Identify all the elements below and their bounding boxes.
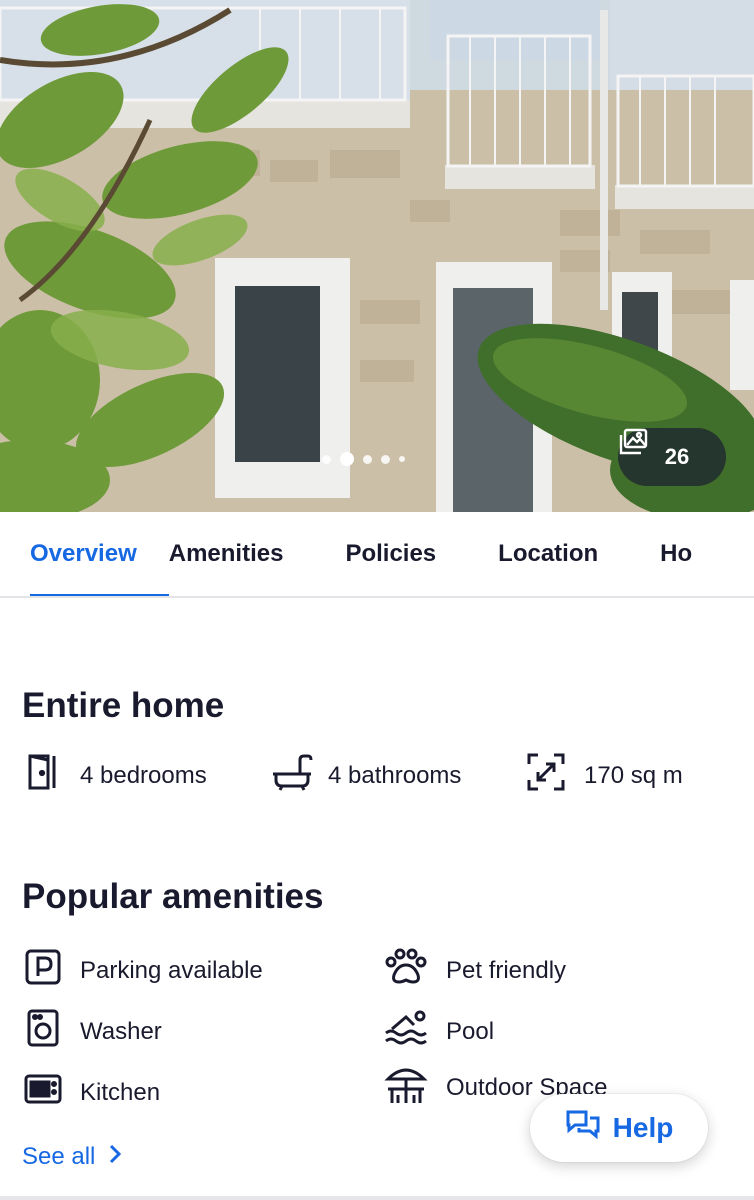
- pool-icon: [384, 1009, 428, 1054]
- spec-area-label: 170 sq m: [584, 761, 683, 789]
- section-tabs: Overview Amenities Policies Location Ho: [0, 512, 754, 598]
- property-type-title: Entire home: [22, 686, 225, 725]
- expand-icon: [526, 752, 566, 799]
- carousel-dots: [322, 452, 405, 466]
- spec-area: 170 sq m: [526, 752, 683, 799]
- see-all-label: See all: [22, 1143, 96, 1170]
- hero-photo[interactable]: 26: [0, 0, 754, 512]
- amenity-pool-label: Pool: [446, 1017, 495, 1045]
- amenity-pets: Pet friendly: [384, 948, 566, 993]
- amenity-kitchen: Kitchen: [24, 1070, 160, 1115]
- carousel-dot-active[interactable]: [340, 452, 354, 466]
- amenity-pets-label: Pet friendly: [446, 956, 567, 984]
- spec-bedrooms: 4 bedrooms: [24, 752, 207, 799]
- tab-overview[interactable]: Overview: [30, 512, 169, 596]
- parking-icon: [24, 948, 62, 993]
- help-button[interactable]: Help: [530, 1094, 708, 1162]
- amenity-parking: Parking available: [24, 948, 263, 993]
- bathtub-icon: [270, 752, 314, 799]
- carousel-dot[interactable]: [399, 456, 405, 462]
- amenity-parking-label: Parking available: [80, 956, 263, 984]
- tab-host[interactable]: Ho: [660, 512, 692, 596]
- tab-amenities-label: Amenities: [168, 540, 284, 567]
- tab-amenities[interactable]: Amenities: [169, 512, 284, 596]
- carousel-dot[interactable]: [363, 454, 372, 464]
- amenity-washer: Washer: [24, 1009, 162, 1054]
- gallery-button[interactable]: 26: [618, 428, 726, 486]
- outdoor-icon: [384, 1068, 428, 1108]
- tab-location[interactable]: Location: [498, 512, 598, 596]
- carousel-dot[interactable]: [381, 454, 390, 464]
- kitchen-icon: [24, 1070, 62, 1115]
- see-all-amenities-link[interactable]: See all: [22, 1143, 122, 1171]
- amenity-kitchen-label: Kitchen: [80, 1078, 161, 1106]
- amenity-pool: Pool: [384, 1009, 494, 1054]
- spec-bathrooms: 4 bathrooms: [270, 752, 461, 799]
- spec-bathrooms-label: 4 bathrooms: [328, 761, 462, 789]
- chevron-right-icon: [109, 1143, 122, 1171]
- bottom-divider: [0, 1196, 754, 1200]
- washer-icon: [24, 1009, 62, 1054]
- carousel-dot[interactable]: [322, 454, 331, 464]
- door-icon: [24, 752, 62, 799]
- amenities-title: Popular amenities: [22, 877, 324, 916]
- spec-bedrooms-label: 4 bedrooms: [80, 761, 207, 789]
- chat-bubbles-icon: [565, 1109, 601, 1148]
- tab-policies[interactable]: Policies: [345, 512, 436, 596]
- help-label: Help: [612, 1112, 674, 1143]
- paw-icon: [384, 948, 428, 993]
- gallery-count: 26: [664, 444, 690, 469]
- amenity-washer-label: Washer: [80, 1017, 162, 1045]
